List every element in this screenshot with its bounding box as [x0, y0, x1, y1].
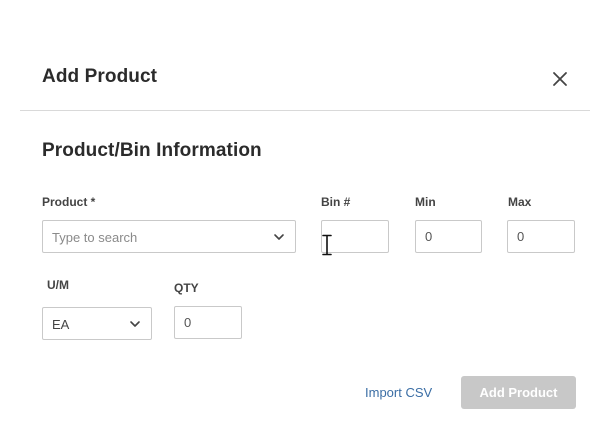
chevron-down-icon [129, 318, 141, 330]
product-label: Product * [42, 195, 96, 209]
text-cursor-icon [321, 234, 333, 256]
product-placeholder: Type to search [52, 230, 138, 245]
close-icon [548, 67, 572, 91]
min-field[interactable] [415, 220, 482, 253]
qty-field[interactable] [174, 306, 242, 339]
chevron-down-icon [273, 231, 285, 243]
import-csv-link[interactable]: Import CSV [365, 385, 432, 400]
section-title: Product/Bin Information [42, 140, 262, 161]
add-product-dialog: Add Product Product/Bin Information Prod… [0, 0, 616, 427]
min-label: Min [415, 195, 436, 209]
close-button[interactable] [548, 67, 572, 91]
um-label: U/M [47, 278, 69, 292]
max-field[interactable] [507, 220, 575, 253]
product-select[interactable]: Type to search [42, 220, 296, 253]
um-value: EA [52, 317, 70, 332]
header-divider [20, 110, 590, 111]
qty-label: QTY [174, 281, 199, 295]
um-select[interactable]: EA [42, 307, 152, 340]
add-product-button[interactable]: Add Product [461, 376, 576, 409]
dialog-title: Add Product [42, 66, 158, 87]
bin-label: Bin # [321, 195, 351, 209]
max-label: Max [508, 195, 532, 209]
